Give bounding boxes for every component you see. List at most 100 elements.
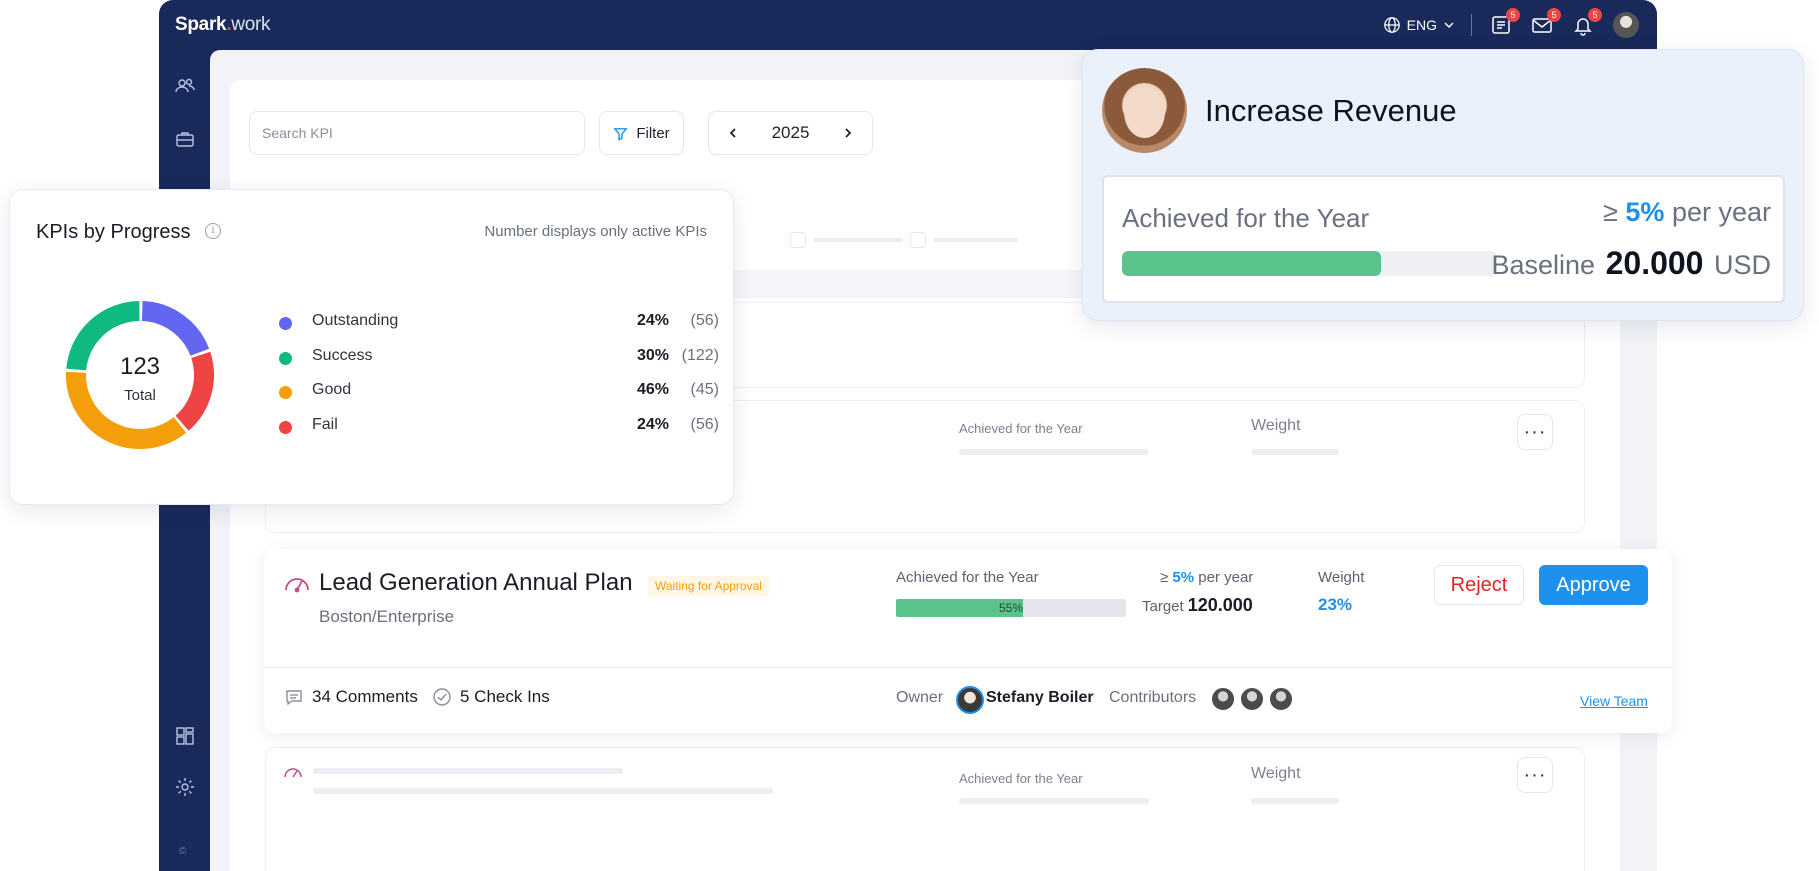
revenue-progress-fill [1122,251,1381,276]
skeleton-bar [959,798,1149,804]
legend-count: (122) [681,346,719,364]
owner-name[interactable]: Stefany Boiler [986,689,1094,707]
more-options-button[interactable]: ··· [1517,757,1553,793]
avatar [1102,68,1187,153]
skeleton-bar [1251,798,1339,804]
weight-value: 23% [1318,595,1353,614]
comments-link[interactable]: 34 Comments [284,687,418,707]
legend-item: Outstanding 24% (56) [279,312,719,347]
chevron-right-icon[interactable] [842,127,854,139]
year-label: 2025 [771,123,810,142]
goal-text: ≥ 5% per year [1160,569,1253,586]
legend-percent: 46% [636,381,669,398]
target-text: Target 120.000 [1142,595,1253,616]
progress-card-title: KPIs by Progress [36,221,191,243]
goal-suffix: per year [1198,569,1254,586]
legend-label: Outstanding [312,312,399,329]
sidebar-item-projects[interactable] [174,128,196,150]
donut-total-label: Total [124,387,156,404]
contributor-avatar[interactable] [1268,686,1294,712]
donut-segment-fail[interactable] [175,351,214,431]
revenue-goal-value: 5% [1625,197,1665,227]
revenue-goal-suffix: per year [1671,197,1771,227]
notifications-button[interactable]: 5 [1572,8,1602,36]
legend-percent: 24% [636,312,669,329]
messages-badge: 5 [1547,8,1561,22]
skeleton-line [313,768,623,774]
gauge-icon [285,578,309,593]
filter-button[interactable]: Filter [599,111,684,155]
approve-button[interactable]: Approve [1539,565,1648,605]
messages-button[interactable]: 5 [1531,8,1561,36]
tasks-button[interactable]: 5 [1490,8,1520,36]
owner-avatar[interactable] [956,686,984,714]
kpi-subtitle: Boston/Enterprise [319,607,455,626]
view-team-link[interactable]: View Team [1580,693,1648,709]
legend-label: Fail [312,415,338,433]
legend-count: (56) [690,312,719,329]
donut-segment-outstanding[interactable] [141,301,210,357]
topbar-divider [1471,14,1472,36]
revenue-progress-panel: Achieved for the Year ≥ 5% per year Base… [1102,175,1785,303]
revenue-progress-bar [1122,251,1497,276]
contributor-avatar[interactable] [1239,686,1265,712]
skeleton-checkbox [790,232,806,248]
ghost-weight-label: Weight [1251,417,1301,434]
legend-dot [279,317,292,330]
legend-count: (45) [690,381,719,398]
info-icon[interactable]: i [205,223,221,239]
more-options-button[interactable]: ··· [1517,414,1553,450]
contributor-avatar[interactable] [1210,686,1236,712]
owner-label: Owner [896,689,944,706]
search-input[interactable]: Search KPI [249,111,585,155]
legend-percent: 30% [636,346,669,364]
legend-percent: 24% [636,415,669,433]
baseline-label: Baseline [1491,250,1596,280]
reject-button[interactable]: Reject [1434,565,1524,605]
user-avatar[interactable] [1613,12,1639,38]
sidebar-item-settings[interactable] [174,776,196,798]
checkins-link[interactable]: 5 Check Ins [432,687,550,707]
language-selector[interactable]: ENG [1383,16,1455,34]
baseline-value: 20.000 [1605,245,1704,281]
revenue-goal-symbol: ≥ [1603,197,1618,227]
notifications-badge: 5 [1588,8,1602,22]
globe-icon [1383,17,1400,33]
status-badge: Waiting for Approval [648,576,769,596]
ghost-achieved-label: Achieved for the Year [959,771,1083,786]
baseline-unit: USD [1713,250,1771,280]
ghost-achieved-label: Achieved for the Year [959,421,1083,436]
skeleton-bar [959,449,1149,455]
comments-count: 34 Comments [312,687,418,706]
language-label: ENG [1406,17,1437,33]
weight-label: Weight [1318,569,1365,586]
legend-dot [279,420,292,434]
goal-value: 5% [1172,569,1195,586]
legend-dot [279,386,292,399]
funnel-icon [613,127,628,141]
revenue-achieved-label: Achieved for the Year [1122,203,1370,233]
legend-dot [279,351,292,365]
sidebar-item-people[interactable] [174,75,196,97]
sidebar-item-dashboard[interactable] [174,725,196,747]
progress-legend: Outstanding 24% (56) Success 30% (122) Good 46%… [279,312,719,450]
legend-count: (56) [690,415,719,433]
kpis-by-progress-card: KPIs by Progress i Number displays only … [9,189,734,505]
achieved-progress-text: 55% [998,601,1024,615]
brand-logo[interactable]: Spark.work [175,14,271,36]
legend-label: Success [312,346,373,364]
target-value: 120.000 [1187,595,1253,615]
donut-segment-good[interactable] [66,371,187,449]
kpi-title[interactable]: Lead Generation Annual Plan [319,569,633,597]
revenue-baseline-text: Baseline 20.000 USD [1492,245,1772,282]
gear-icon [176,778,194,796]
kpi-card-lead-generation[interactable]: Lead Generation Annual Plan Waiting for … [264,549,1672,733]
chevron-down-icon [1444,22,1454,29]
year-navigator: 2025 [708,111,873,155]
progress-card-note: Number displays only active KPIs [484,223,707,240]
comment-icon [286,690,302,706]
achieved-progress-bar: 55% [896,599,1126,617]
filter-label: Filter [636,124,670,142]
skeleton-line [813,238,903,242]
chevron-left-icon[interactable] [727,127,739,139]
